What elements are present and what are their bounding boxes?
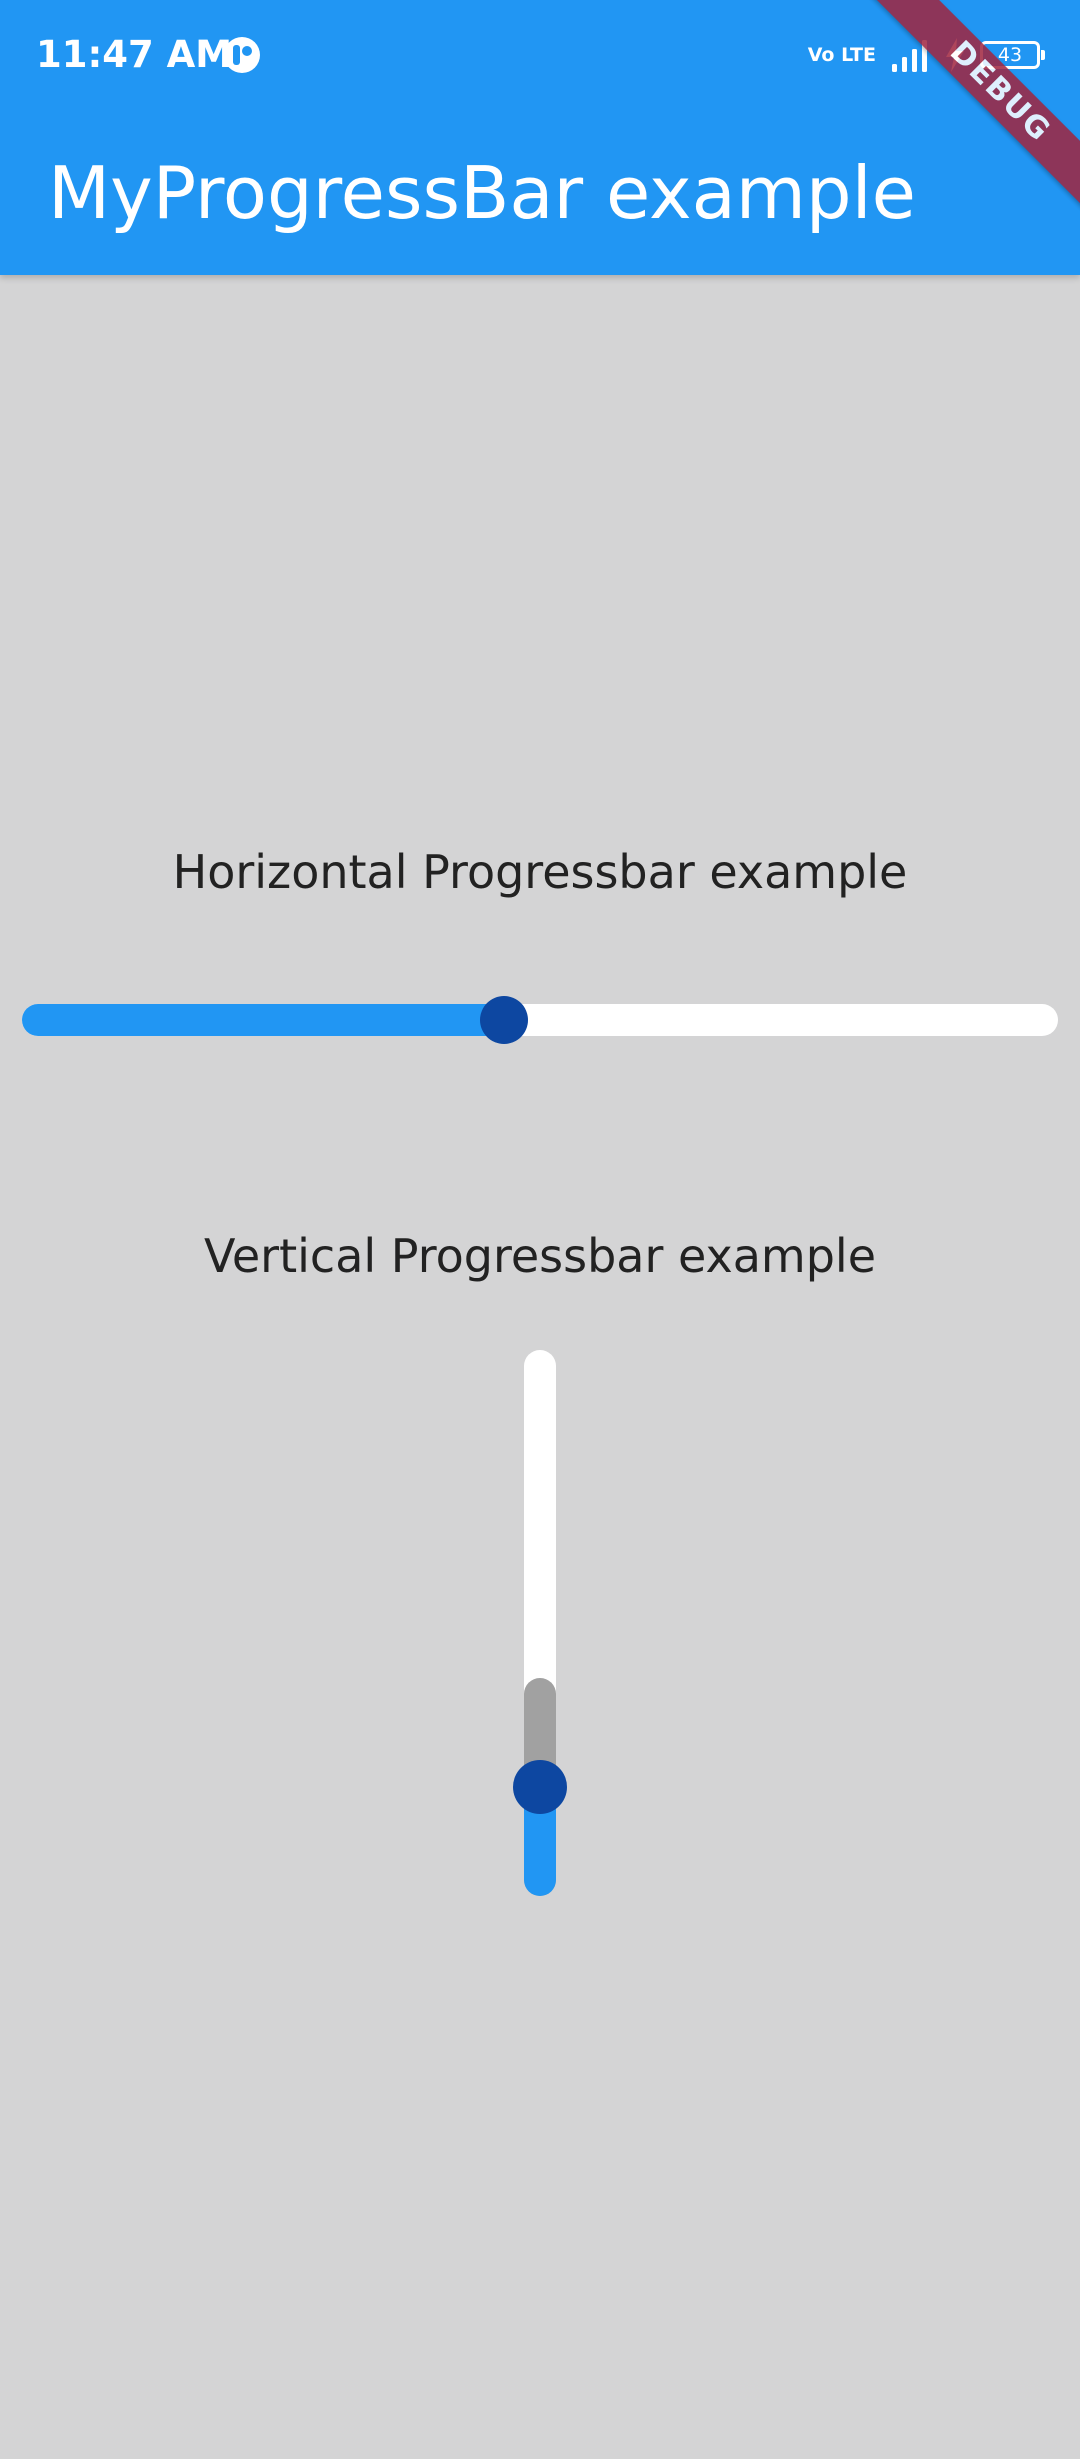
screen: 11:47 AM Vo LTE 43 MyProgressBar example… [0, 0, 1080, 2459]
horizontal-progressbar-fill [22, 1004, 504, 1036]
status-time: 11:47 AM [36, 33, 233, 76]
horizontal-progressbar-thumb[interactable] [479, 996, 528, 1044]
app-notification-icon [224, 37, 260, 73]
vertical-progressbar-thumb[interactable] [513, 1759, 567, 1814]
vertical-progressbar-label: Vertical Progressbar example [203, 1229, 877, 1283]
horizontal-progressbar-label: Horizontal Progressbar example [172, 845, 908, 899]
horizontal-progressbar[interactable] [22, 996, 1058, 1044]
vertical-progressbar[interactable] [513, 1350, 567, 1896]
volte-icon: Vo LTE [807, 43, 876, 66]
page-title: MyProgressBar example [48, 151, 916, 235]
